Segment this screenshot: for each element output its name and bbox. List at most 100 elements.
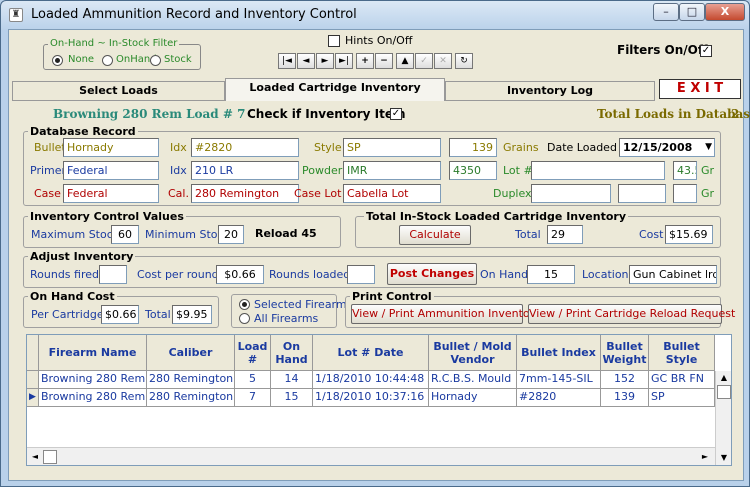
maximize-button[interactable]: □ [679, 3, 705, 21]
table-cell[interactable]: 139 [601, 389, 649, 407]
nav-prev-button[interactable]: ◄ [297, 53, 315, 69]
case-lot-field[interactable]: Cabella Lot [343, 184, 441, 203]
close-button[interactable]: X [705, 3, 745, 21]
horizontal-scrollbar[interactable]: ◄ ► [27, 447, 715, 465]
date-loaded-field[interactable]: 12/15/2008 ▼ [619, 138, 715, 157]
print-reload-request-button[interactable]: View / Print Cartridge Reload Request [528, 304, 735, 324]
column-header-vendor[interactable]: Bullet / Mold Vendor [429, 335, 517, 371]
grains-field[interactable]: 139 [449, 138, 497, 157]
print-ammo-inventory-button[interactable]: View / Print Ammunition Inventory [351, 304, 541, 324]
caliber-field[interactable]: 280 Remington [191, 184, 299, 203]
table-cell[interactable]: 14 [271, 371, 313, 389]
title-bar[interactable]: ♜ Loaded Ammunition Record and Inventory… [1, 1, 750, 29]
max-stock-field[interactable]: 60 [111, 225, 139, 244]
style-field[interactable]: SP [343, 138, 441, 157]
column-header-load[interactable]: Load # [235, 335, 271, 371]
table-cell[interactable]: 1/18/2010 10:44:48 AM [313, 371, 429, 389]
table-cell[interactable]: 280 Remington [147, 389, 235, 407]
chevron-down-icon[interactable]: ▼ [705, 140, 712, 154]
scroll-thumb[interactable] [717, 385, 731, 399]
tab-inventory-log[interactable]: Inventory Log [445, 81, 655, 101]
refresh-button[interactable]: ↻ [455, 53, 473, 69]
filter-stock-radio[interactable] [150, 55, 161, 66]
inventory-grid[interactable]: Firearm Name Caliber Load # On Hand Lot … [26, 334, 732, 466]
hscroll-thumb[interactable] [43, 450, 57, 464]
primer-field[interactable]: Federal [63, 161, 159, 180]
column-header-firearm[interactable]: Firearm Name [39, 335, 147, 371]
duplex-charge-field[interactable] [673, 184, 697, 203]
table-cell[interactable]: Browning 280 Rem [39, 389, 147, 407]
on-hand-field[interactable]: 15 [527, 265, 575, 284]
table-cell[interactable]: 15 [271, 389, 313, 407]
hints-checkbox[interactable] [328, 35, 340, 47]
column-header-bullet-index[interactable]: Bullet Index [517, 335, 601, 371]
cancel-edit-button[interactable]: ✕ [434, 53, 452, 69]
bullet-field[interactable]: Hornady [63, 138, 159, 157]
column-header-on-hand[interactable]: On Hand [271, 335, 313, 371]
style-label: Style [314, 141, 342, 154]
lot-field[interactable] [531, 161, 665, 180]
row-selector[interactable] [27, 371, 39, 389]
vertical-scrollbar[interactable]: ▲ ▼ [715, 371, 731, 465]
table-cell[interactable]: GC BR FN [649, 371, 715, 389]
column-header-caliber[interactable]: Caliber [147, 335, 235, 371]
nav-first-button[interactable]: |◄ [278, 53, 296, 69]
add-record-button[interactable]: + [356, 53, 374, 69]
filter-onhand-radio[interactable] [102, 55, 113, 66]
primer-idx-field[interactable]: 210 LR [191, 161, 299, 180]
column-header-bullet-style[interactable]: Bullet Style [649, 335, 715, 371]
minimize-button[interactable]: – [653, 3, 679, 21]
table-cell[interactable]: SP [649, 389, 715, 407]
post-changes-button[interactable]: Post Changes [387, 263, 477, 285]
calculate-button[interactable]: Calculate [399, 225, 471, 245]
all-firearms-radio[interactable] [239, 313, 250, 324]
cost-per-round-field[interactable]: $0.66 [216, 265, 264, 284]
column-header-lot-date[interactable]: Lot # Date [313, 335, 429, 371]
tab-select-loads[interactable]: Select Loads [12, 81, 225, 101]
exit-button[interactable]: E X I T [659, 79, 741, 99]
onhand-total-field[interactable]: $9.95 [172, 305, 212, 324]
nav-next-button[interactable]: ► [316, 53, 334, 69]
charge-field[interactable]: 43.5 [673, 161, 697, 180]
table-cell[interactable]: R.C.B.S. Mould [429, 371, 517, 389]
table-cell[interactable]: 7mm-145-SIL [517, 371, 601, 389]
delete-record-button[interactable]: − [375, 53, 393, 69]
filter-none-radio[interactable] [52, 55, 63, 66]
scroll-up-icon[interactable]: ▲ [717, 371, 731, 385]
powder-number-field[interactable]: 4350 [449, 161, 497, 180]
selected-firearm-radio[interactable] [239, 299, 250, 310]
tab-loaded-cartridge-inventory[interactable]: Loaded Cartridge Inventory [225, 78, 445, 101]
edit-record-button[interactable]: ▲ [396, 53, 414, 69]
table-cell[interactable]: 1/18/2010 10:37:16 AM [313, 389, 429, 407]
rounds-fired-field[interactable] [99, 265, 127, 284]
bullet-idx-field[interactable]: #2820 [191, 138, 299, 157]
total-stock-field[interactable]: 29 [547, 225, 583, 244]
filters-checkbox[interactable]: ✓ [700, 45, 712, 57]
powder-field[interactable]: IMR [343, 161, 441, 180]
table-cell[interactable]: 152 [601, 371, 649, 389]
table-cell[interactable]: Browning 280 Rem [39, 371, 147, 389]
cost-field[interactable]: $15.69 [665, 225, 713, 244]
table-cell[interactable]: Hornady [429, 389, 517, 407]
table-cell[interactable]: 280 Remington [147, 371, 235, 389]
scroll-left-icon[interactable]: ◄ [29, 450, 41, 464]
per-cartridge-field[interactable]: $0.66 [101, 305, 139, 324]
duplex-field[interactable] [531, 184, 611, 203]
table-cell[interactable]: #2820 [517, 389, 601, 407]
location-field[interactable]: Gun Cabinet lrd [629, 265, 717, 284]
nav-last-button[interactable]: ►| [335, 53, 353, 69]
case-field[interactable]: Federal [63, 184, 159, 203]
on-hand-cost-legend: On Hand Cost [28, 290, 117, 303]
current-row-indicator[interactable]: ▶ [27, 389, 39, 407]
min-stock-field[interactable]: 20 [218, 225, 244, 244]
total-stock-label: Total [515, 228, 541, 241]
column-header-bullet-weight[interactable]: Bullet Weight [601, 335, 649, 371]
save-record-button[interactable]: ✓ [415, 53, 433, 69]
duplex-number-field[interactable] [618, 184, 666, 203]
inventory-item-checkbox[interactable]: ✓ [390, 108, 402, 120]
table-cell[interactable]: 7 [235, 389, 271, 407]
rounds-loaded-field[interactable] [347, 265, 375, 284]
scroll-down-icon[interactable]: ▼ [717, 451, 731, 465]
table-cell[interactable]: 5 [235, 371, 271, 389]
scroll-right-icon[interactable]: ► [699, 450, 711, 464]
